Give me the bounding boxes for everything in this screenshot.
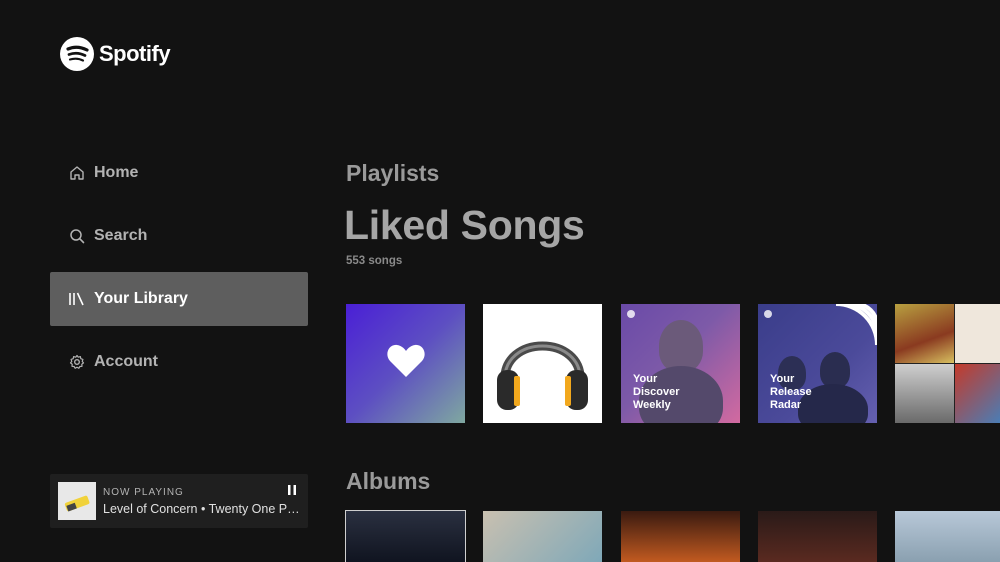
albums-heading: Albums	[346, 468, 431, 494]
pause-icon[interactable]	[288, 485, 296, 498]
mosaic-cover-2	[955, 304, 1000, 363]
search-icon	[68, 227, 86, 245]
release-radar-caption: Your Release Radar	[770, 373, 812, 411]
person-right-image	[820, 352, 850, 388]
now-playing-track: Level of Concern • Twenty One Pilots	[103, 501, 301, 516]
spotify-logo: Spotify	[60, 37, 171, 71]
sidebar-nav: Home Search Your Library Account	[50, 146, 308, 398]
home-icon	[68, 164, 86, 182]
playlist-tile-headphones[interactable]	[483, 304, 602, 423]
album-tile-5[interactable]	[895, 511, 1000, 562]
album-tile-2[interactable]	[483, 511, 602, 562]
liked-songs-title: Liked Songs	[344, 202, 585, 248]
sidebar-item-label: Home	[94, 164, 139, 181]
sidebar-item-label: Account	[94, 353, 158, 370]
discover-weekly-caption: Your Discover Weekly	[633, 373, 680, 411]
album-tile-4[interactable]	[758, 511, 877, 562]
playlist-tile-discover-weekly[interactable]: Your Discover Weekly	[621, 304, 740, 423]
headphones-icon	[483, 304, 602, 423]
playlists-heading: Playlists	[346, 160, 440, 186]
spotify-logo-icon	[60, 37, 94, 71]
gear-icon	[68, 353, 86, 371]
sidebar-item-account[interactable]: Account	[50, 335, 308, 389]
heart-icon	[386, 343, 426, 384]
sidebar-item-label: Your Library	[94, 290, 188, 307]
spotify-wordmark: Spotify	[99, 41, 171, 66]
now-playing-bar[interactable]: NOW PLAYING Level of Concern • Twenty On…	[50, 474, 308, 528]
sidebar-item-label: Search	[94, 227, 148, 244]
liked-songs-count: 553 songs	[346, 255, 403, 267]
playlist-tile-liked-songs[interactable]	[346, 304, 465, 423]
mosaic-cover-3	[895, 364, 954, 423]
library-icon	[68, 290, 86, 308]
now-playing-info: NOW PLAYING Level of Concern • Twenty On…	[103, 487, 308, 516]
album-tile-1[interactable]	[345, 510, 466, 562]
sidebar-item-search[interactable]: Search	[50, 209, 308, 263]
mosaic-cover-1	[895, 304, 954, 363]
face-image	[659, 320, 703, 372]
mosaic-cover-4	[955, 364, 1000, 423]
playlist-tile-mosaic[interactable]	[895, 304, 1000, 423]
sidebar-item-home[interactable]: Home	[50, 146, 308, 200]
spotify-mini-logo-icon	[627, 310, 635, 318]
playlist-tile-release-radar[interactable]: Your Release Radar	[758, 304, 877, 423]
sidebar-item-your-library[interactable]: Your Library	[50, 272, 308, 326]
album-tile-3[interactable]	[621, 511, 740, 562]
now-playing-album-art	[58, 482, 96, 520]
now-playing-label: NOW PLAYING	[103, 486, 184, 498]
